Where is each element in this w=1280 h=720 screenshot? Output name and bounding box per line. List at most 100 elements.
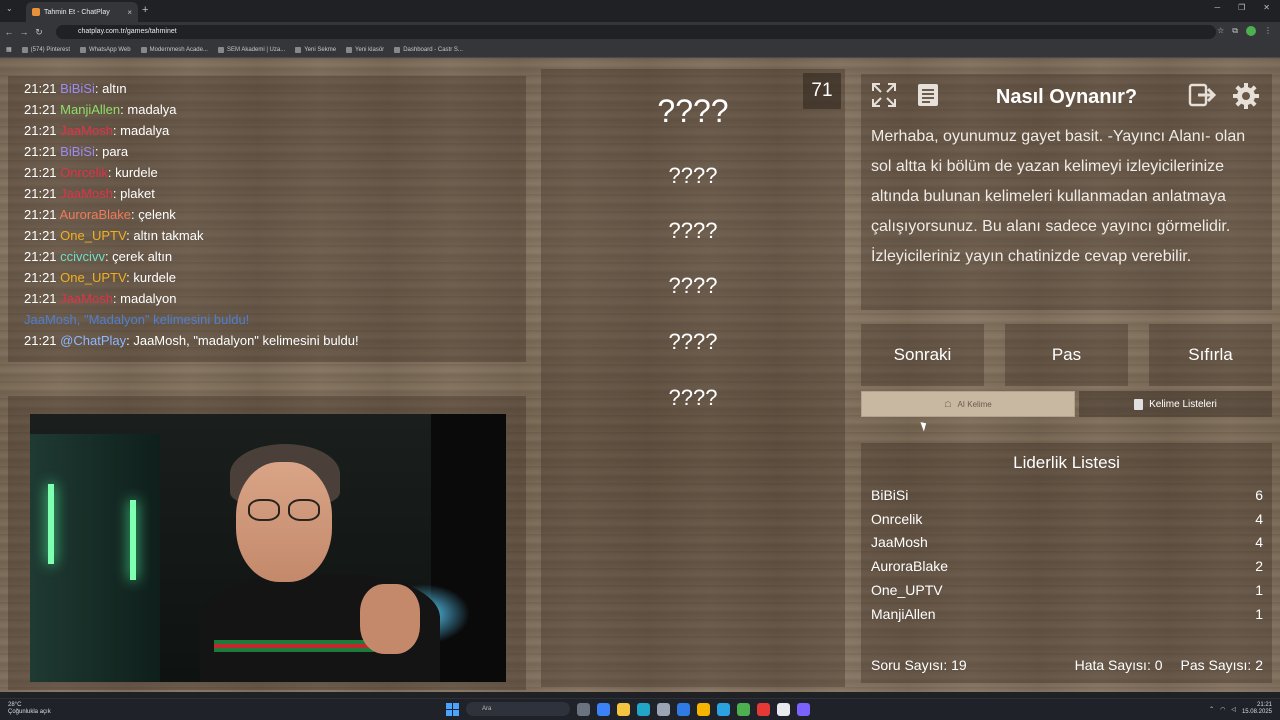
back-icon[interactable]: ← [3,27,15,37]
game-page: 21:21 BiBiSi: altın 21:21 ManjiAllen: ma… [0,58,1280,692]
chat-message: 21:21 One_UPTV: kurdele [24,270,177,285]
chat-username: ccivcivv [60,249,105,264]
profile-avatar[interactable] [1246,26,1256,36]
chat-panel: 21:21 BiBiSi: altın 21:21 ManjiAllen: ma… [8,76,526,362]
how-to-play-panel: Nasıl Oynanır? Merhaba, oyunumuz gayet b… [861,74,1272,310]
system-tray: ⌃ ◠ ◁ 21:21 15.08.2025 [1209,702,1272,716]
browser-tab[interactable]: Tahmin Et - ChatPlay × [26,2,138,22]
chat-username: @ChatPlay [60,333,127,348]
words-panel: 71 ???? ???? ???? ???? ???? ???? [541,69,845,687]
leaderboard-row: ManjiAllen 1 [871,606,1263,622]
extensions-icon[interactable]: ⧉ [1232,26,1238,36]
next-button[interactable]: Sonraki [861,324,984,386]
app-icon[interactable] [777,702,790,716]
windows-taskbar: 28°C Çoğunlukla açık Ara ⌃ ◠ ◁ 21:21 15.… [0,698,1280,720]
maximize-icon[interactable]: ❐ [1238,3,1245,12]
tray-chevron-icon[interactable]: ⌃ [1209,706,1214,713]
bookmark-item[interactable]: (574) Pinterest [21,46,70,53]
bookmarks-bar: ▦ (574) Pinterest WhatsApp Web Modernmes… [0,42,1280,58]
new-tab-button[interactable]: + [142,4,148,16]
volume-icon[interactable]: ◁ [1231,706,1236,713]
window-image [431,414,506,682]
mouse-cursor-icon [920,420,929,432]
chat-message: 21:21 JaaMosh: madalya [24,123,170,138]
leaderboard-row: One_UPTV 1 [871,582,1263,598]
mail-icon[interactable] [677,702,690,716]
tab-close-icon[interactable]: × [127,8,132,17]
forward-icon[interactable]: → [18,27,30,37]
ai-icon: ☖ [944,399,952,409]
chat-message: 21:21 BiBiSi: altın [24,81,127,96]
bookmark-item[interactable]: SEM Akademi | Uza... [217,46,285,53]
chat-username: BiBiSi [60,81,95,96]
leaderboard-panel: Liderlik Listesi BiBiSi 6 Onrcelik 4 JaaMo… [861,443,1272,683]
toolbar-icons: ☆ ⧉ ⋮ [1217,26,1272,36]
forbidden-word: ???? [668,273,718,298]
ai-word-label: AI Kelime [957,399,992,409]
bookmark-item[interactable]: Yeni klasör [346,46,384,53]
taskbar-apps: Ara [446,702,810,716]
apps-icon[interactable]: ▦ [6,46,12,53]
chat-message: 21:21 JaaMosh: plaket [24,186,155,201]
telegram-icon[interactable] [717,702,730,716]
url-field[interactable]: chatplay.com.tr/games/tahminet [56,25,1216,39]
chat-system-message: JaaMosh, "Madalyon" kelimesini buldu! [24,312,250,327]
tab-search-icon[interactable]: ⌄ [6,4,13,13]
browser-tab-bar: ⌄ Tahmin Et - ChatPlay × + ─ ❐ ✕ [0,0,1280,22]
game-stats: Soru Sayısı: 19 Hata Sayısı: 0 Pas Sayıs… [871,657,1263,673]
forbidden-word: ???? [668,385,718,410]
wifi-icon[interactable]: ◠ [1220,706,1225,713]
chat-username: AuroraBlake [59,207,131,222]
forbidden-word: ???? [668,329,718,354]
target-word: ???? [657,93,729,129]
how-to-play-description: Merhaba, oyunumuz gayet basit. -Yayıncı … [871,128,1246,265]
exit-icon[interactable] [1187,82,1217,112]
taskbar-search[interactable]: Ara [466,702,570,716]
windows-start-icon[interactable] [446,702,459,716]
file-explorer-icon[interactable] [617,702,630,716]
tab-favicon-icon [32,8,40,16]
address-bar-row: ← → ↻ chatplay.com.tr/games/tahminet ☆ ⧉… [0,22,1280,42]
bookmark-item[interactable]: Dashboard - Castr S... [394,46,463,53]
chat-message: 21:21 BiBiSi: para [24,144,129,159]
forbidden-word: ???? [668,163,718,188]
chat-username: JaaMosh [60,123,113,138]
menu-icon[interactable]: ⋮ [1264,26,1272,36]
reload-icon[interactable]: ↻ [33,27,45,38]
clock[interactable]: 21:21 15.08.2025 [1242,702,1272,716]
widgets-icon[interactable] [597,702,610,716]
leaderboard-row: JaaMosh 4 [871,534,1263,550]
question-count: Soru Sayısı: 19 [871,657,967,673]
app-icon[interactable] [757,702,770,716]
chat-username: One_UPTV [60,228,127,243]
bookmark-star-icon[interactable]: ☆ [1217,26,1224,36]
pass-count: Pas Sayısı: 2 [1180,657,1263,673]
reset-button[interactable]: Sıfırla [1149,324,1272,386]
chrome-icon[interactable] [697,702,710,716]
weather-widget[interactable]: 28°C Çoğunlukla açık [8,702,51,716]
edge-icon[interactable] [637,702,650,716]
pass-button[interactable]: Pas [1005,324,1128,386]
bookmark-item[interactable]: Yeni Sekme [295,46,336,53]
chat-message: 21:21 Onrcelik: kurdele [24,165,158,180]
app-icon[interactable] [737,702,750,716]
close-window-icon[interactable]: ✕ [1263,3,1270,12]
ai-word-button[interactable]: ☖ AI Kelime [861,391,1075,417]
chat-username: JaaMosh [60,186,113,201]
window-controls: ─ ❐ ✕ [1214,3,1270,12]
webcam-feed [30,414,506,682]
chat-message: 21:21 JaaMosh: madalyon [24,291,177,306]
forbidden-word: ???? [668,218,718,243]
settings-icon[interactable] [1231,82,1261,112]
bookmark-item[interactable]: WhatsApp Web [80,46,131,53]
streamer-image [200,444,440,682]
chat-message: 21:21 ManjiAllen: madalya [24,102,177,117]
task-view-icon[interactable] [577,702,590,716]
minimize-icon[interactable]: ─ [1214,3,1220,12]
app-icon[interactable] [797,702,810,716]
chat-message: 21:21 @ChatPlay: JaaMosh, "madalyon" kel… [24,333,359,348]
bookmark-item[interactable]: Modernmesh Acade... [140,46,208,53]
store-icon[interactable] [657,702,670,716]
error-count: Hata Sayısı: 0 [1074,657,1163,673]
word-lists-button[interactable]: Kelime Listeleri [1079,391,1272,417]
